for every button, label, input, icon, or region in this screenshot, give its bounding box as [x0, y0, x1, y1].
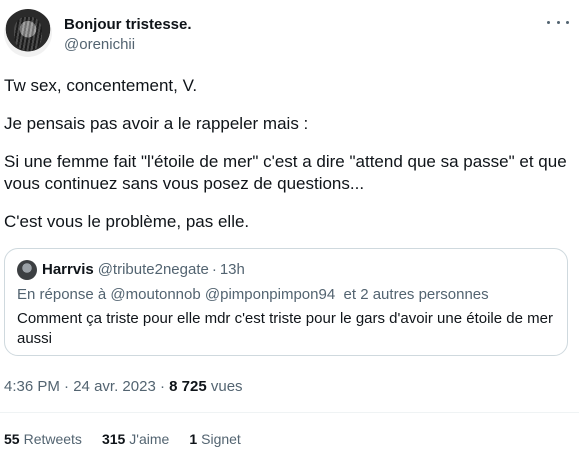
tweet-meta: 4:36 PM · 24 avr. 2023 · 8 725 vues [4, 377, 243, 397]
bookmarks-stat[interactable]: 1 Signet [189, 430, 241, 448]
tweet-text: Tw sex, concentement, V. Je pensais pas … [4, 75, 572, 249]
quoted-author-handle: @tribute2negate [97, 261, 209, 278]
bookmarks-label: Signet [201, 431, 241, 447]
tweet-paragraph-1: Tw sex, concentement, V. [4, 76, 198, 95]
likes-count: 315 [101, 431, 126, 447]
author-info: Bonjour tristesse. @orenichii [64, 15, 192, 55]
quoted-author-avatar [17, 260, 37, 280]
views-label: vues [210, 378, 243, 395]
tweet-header: Bonjour tristesse. @orenichii [4, 9, 575, 63]
author-display-name[interactable]: Bonjour tristesse. [64, 15, 192, 34]
quoted-tweet-header: Harrvis @tribute2negate · 13h [17, 260, 245, 280]
tweet-paragraph-2: Je pensais pas avoir a le rappeler mais … [4, 114, 309, 133]
views-count: 8 725 [169, 378, 207, 395]
author-handle[interactable]: @orenichii [64, 35, 192, 55]
reply-context: En réponse à @moutonnob @pimponpimpon94 … [17, 285, 489, 305]
quoted-author-name: Harrvis [42, 261, 94, 278]
tweet-stats: 55 Retweets 315 J'aime 1 Signet [4, 430, 261, 448]
tweet-paragraph-3: Si une femme fait "l'étoile de mer" c'es… [4, 152, 567, 193]
meta-separator: · [64, 378, 70, 395]
likes-label: J'aime [129, 431, 170, 447]
reply-prefix: En réponse à [17, 286, 107, 303]
reply-mention-moutonnob[interactable]: @moutonnob [110, 286, 200, 303]
quoted-timestamp: 13h [219, 261, 245, 278]
likes-stat[interactable]: 315 J'aime [102, 430, 169, 448]
divider [0, 412, 579, 413]
retweets-count: 55 [4, 431, 20, 447]
reply-others[interactable]: et 2 autres personnes [344, 286, 489, 303]
meta-separator-2: · [159, 378, 165, 395]
bookmarks-count: 1 [189, 431, 198, 447]
author-avatar[interactable] [4, 9, 52, 57]
quoted-tweet[interactable]: Harrvis @tribute2negate · 13h En réponse… [4, 248, 568, 356]
retweets-stat[interactable]: 55 Retweets [4, 430, 82, 448]
tweet-date[interactable]: 24 avr. 2023 [73, 378, 156, 395]
tweet-time[interactable]: 4:36 PM [4, 378, 60, 395]
retweets-label: Retweets [23, 431, 82, 447]
tweet-paragraph-4: C'est vous le problème, pas elle. [4, 212, 250, 231]
more-horizontal-icon[interactable] [547, 13, 569, 31]
quoted-tweet-text: Comment ça triste pour elle mdr c'est tr… [17, 310, 553, 347]
reply-mention-pimponpimpon94[interactable]: @pimponpimpon94 [205, 286, 335, 303]
quoted-separator: · [211, 261, 217, 278]
